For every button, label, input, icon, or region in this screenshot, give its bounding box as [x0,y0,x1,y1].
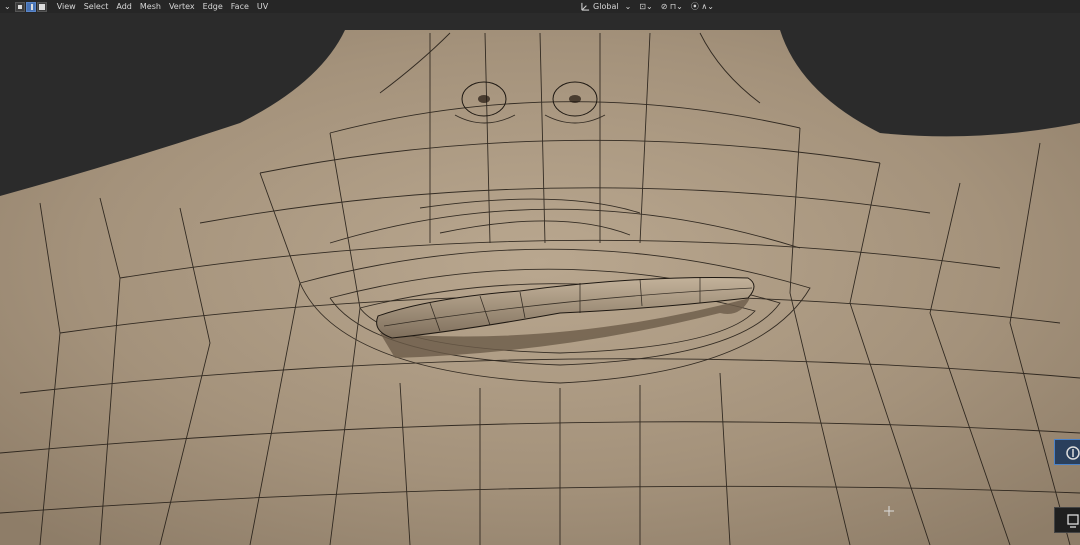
transform-orientation-dropdown[interactable]: Global ⌄ [577,0,635,13]
menu-mesh[interactable]: Mesh [136,0,165,13]
menu-face[interactable]: Face [227,0,253,13]
vertex-select-icon[interactable] [14,1,25,12]
menu-select[interactable]: Select [80,0,113,13]
chevron-down-icon: ⌄ [624,2,632,11]
face-select-icon[interactable] [36,1,47,12]
menu-uv[interactable]: UV [253,0,272,13]
editor-type-dropdown[interactable]: ⌄ [0,0,15,13]
menu-edge[interactable]: Edge [199,0,227,13]
nostril-left-hole [478,95,490,103]
orientation-label: Global [593,2,619,11]
face-mesh [0,30,1080,545]
select-box-glyph [1067,514,1079,528]
annotate-glyph [1066,446,1080,460]
3d-viewport[interactable] [0,13,1080,545]
proportional-edit-icon[interactable]: ⦿ ∧⌄ [687,0,718,13]
orientation-icon [581,2,590,11]
annotate-tool-icon[interactable] [1054,439,1080,465]
snap-icon[interactable]: ⊘ ⊓⌄ [657,0,687,13]
pivot-point-icon[interactable]: ⊡⌄ [635,0,656,13]
menu-vertex[interactable]: Vertex [165,0,199,13]
mesh-viewport-canvas [0,30,1080,545]
select-box-tool-icon[interactable] [1054,507,1080,533]
menu-add[interactable]: Add [112,0,136,13]
edge-select-icon[interactable] [25,1,36,12]
menu-view[interactable]: View [53,0,80,13]
viewport-header: ⌄ View Select Add Mesh Vertex Edge Face … [0,0,1080,13]
